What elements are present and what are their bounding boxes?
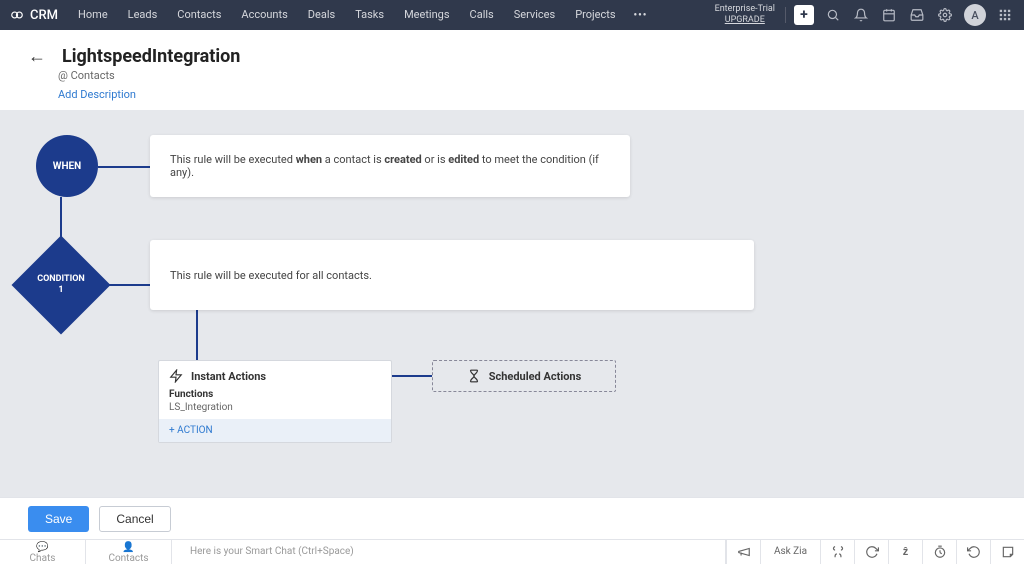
when-card[interactable]: This rule will be executed when a contac… (150, 135, 630, 197)
nav-item-meetings[interactable]: Meetings (394, 0, 459, 30)
ask-zia-button[interactable]: Ask Zia (760, 540, 820, 564)
trial-line1: Enterprise-Trial (715, 4, 775, 15)
when-node[interactable]: WHEN (36, 135, 98, 197)
page-title: LightspeedIntegration (62, 46, 240, 67)
contacts-icon: 👤 (86, 542, 171, 553)
condition-node-label: CONDITION1 (37, 274, 85, 296)
when-text: This rule will be executed when a contac… (170, 153, 610, 179)
cancel-button[interactable]: Cancel (99, 506, 170, 532)
nav-item-home[interactable]: Home (68, 0, 118, 30)
upgrade-link[interactable]: UPGRADE (715, 15, 775, 26)
top-navbar: CRM Home Leads Contacts Accounts Deals T… (0, 0, 1024, 30)
save-button[interactable]: Save (28, 506, 89, 532)
scheduled-actions-card[interactable]: Scheduled Actions (432, 360, 616, 392)
bottom-bar: 💬 Chats 👤 Contacts Here is your Smart Ch… (0, 539, 1024, 563)
bell-icon[interactable] (852, 6, 870, 24)
add-description-link[interactable]: Add Description (58, 88, 136, 101)
nav-item-projects[interactable]: Projects (565, 0, 625, 30)
timer-icon (467, 369, 481, 383)
brand-label: CRM (30, 8, 58, 23)
condition-card[interactable]: This rule will be executed for all conta… (150, 240, 754, 310)
connector (392, 375, 432, 377)
repeat-icon[interactable] (854, 540, 888, 564)
instant-actions-header: Instant Actions (159, 361, 391, 389)
search-icon[interactable] (824, 6, 842, 24)
nav-more-button[interactable]: ••• (626, 10, 656, 21)
bottom-tab-contacts[interactable]: 👤 Contacts (86, 540, 172, 564)
avatar-initial: A (971, 9, 978, 22)
instant-actions-title: Instant Actions (191, 370, 266, 383)
inbox-icon[interactable] (908, 6, 926, 24)
back-arrow-icon[interactable]: ← (28, 46, 46, 67)
bottom-tab-chats[interactable]: 💬 Chats (0, 540, 86, 564)
nav-item-accounts[interactable]: Accounts (231, 0, 297, 30)
when-node-label: WHEN (53, 161, 82, 172)
channels-icon[interactable] (820, 540, 854, 564)
condition-text: This rule will be executed for all conta… (170, 269, 372, 282)
megaphone-icon[interactable] (726, 540, 760, 564)
trial-badge: Enterprise-Trial UPGRADE (715, 4, 775, 26)
brand-icon (10, 8, 24, 22)
connector (98, 166, 150, 168)
nav-item-contacts[interactable]: Contacts (167, 0, 231, 30)
instant-actions-section-title: Functions (169, 389, 381, 400)
condition-node[interactable]: CONDITION1 (12, 236, 111, 335)
create-button[interactable]: + (794, 5, 814, 25)
apps-grid-icon[interactable] (996, 6, 1014, 24)
instant-actions-item[interactable]: LS_Integration (169, 402, 381, 413)
nav-items: Home Leads Contacts Accounts Deals Tasks… (68, 0, 655, 30)
nav-item-services[interactable]: Services (504, 0, 565, 30)
footer-bar: Save Cancel (0, 497, 1024, 539)
brand[interactable]: CRM (10, 8, 58, 23)
chat-icon: 💬 (0, 542, 85, 553)
page-subtitle: @ Contacts (58, 69, 996, 82)
calendar-icon[interactable] (880, 6, 898, 24)
connector (196, 310, 198, 360)
nav-item-leads[interactable]: Leads (118, 0, 168, 30)
nav-item-tasks[interactable]: Tasks (345, 0, 394, 30)
history-icon[interactable] (956, 540, 990, 564)
nav-item-deals[interactable]: Deals (298, 0, 345, 30)
page-header: ← LightspeedIntegration @ Contacts Add D… (0, 30, 1024, 110)
clock-icon[interactable] (922, 540, 956, 564)
smart-chat-hint[interactable]: Here is your Smart Chat (Ctrl+Space) (172, 540, 726, 564)
sticky-note-icon[interactable] (990, 540, 1024, 564)
nav-icons: + A (794, 4, 1014, 26)
scheduled-actions-title: Scheduled Actions (489, 370, 582, 383)
lightning-icon (169, 369, 183, 383)
avatar[interactable]: A (964, 4, 986, 26)
workflow-canvas: WHEN This rule will be executed when a c… (0, 110, 1024, 498)
bottom-bar-icons: Ask Zia ẑ (726, 540, 1024, 564)
zia-icon[interactable]: ẑ (888, 540, 922, 564)
nav-item-calls[interactable]: Calls (460, 0, 504, 30)
gear-icon[interactable] (936, 6, 954, 24)
nav-divider (785, 7, 786, 23)
add-action-button[interactable]: + ACTION (159, 419, 391, 442)
instant-actions-card: Instant Actions Functions LS_Integration… (158, 360, 392, 443)
